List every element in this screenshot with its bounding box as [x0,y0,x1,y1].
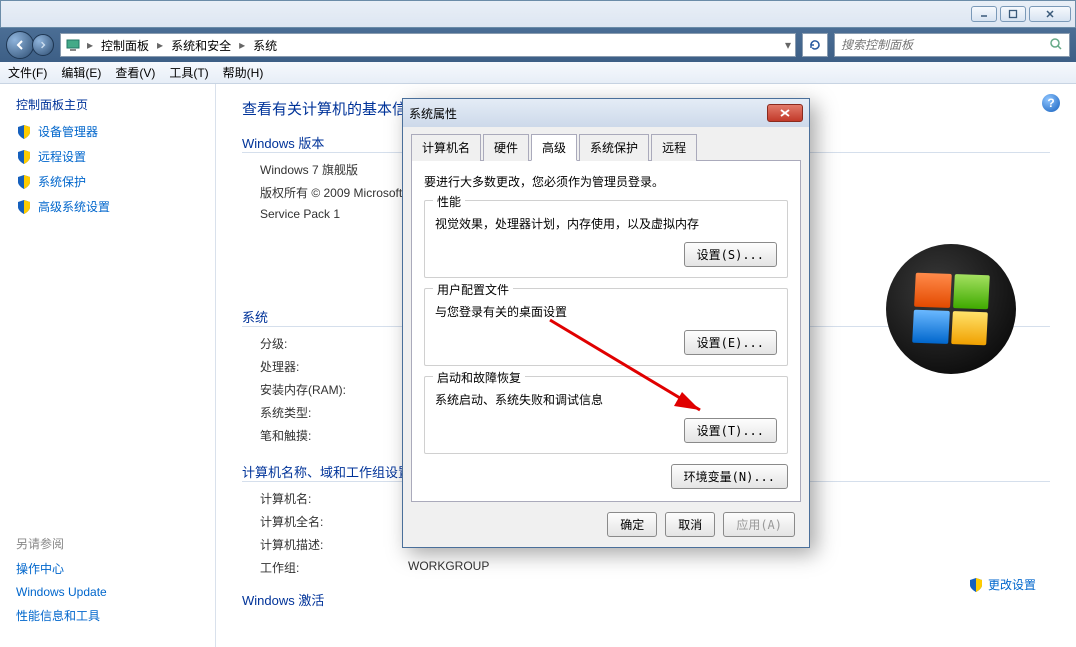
windows-edition: Windows 7 旗舰版 [260,161,358,178]
service-pack: Service Pack 1 [260,207,340,221]
chevron-right-icon: ▸ [237,38,247,52]
breadcrumb-item[interactable]: 系统 [251,37,279,54]
see-also-title: 另请参阅 [16,535,199,552]
profile-title: 用户配置文件 [433,281,513,298]
search-box[interactable] [834,33,1070,57]
sidebar-remote-settings[interactable]: 远程设置 [16,148,199,165]
minimize-button[interactable] [971,6,997,22]
computer-name-label: 计算机名: [260,490,408,507]
admin-note: 要进行大多数更改，您必须作为管理员登录。 [424,173,788,190]
performance-desc: 视觉效果，处理器计划，内存使用，以及虚拟内存 [435,215,777,232]
computer-fullname-label: 计算机全名: [260,513,408,530]
breadcrumb-item[interactable]: 控制面板 [99,37,151,54]
change-settings-link[interactable]: 更改设置 [968,576,1036,593]
window-titlebar [0,0,1076,28]
chevron-right-icon: ▸ [85,38,95,52]
ram-label: 安装内存(RAM): [260,381,408,398]
performance-settings-button[interactable]: 设置(S)... [684,242,777,267]
sidebar-device-manager[interactable]: 设备管理器 [16,123,199,140]
search-input[interactable] [841,38,1049,52]
dialog-tabstrip: 计算机名 硬件 高级 系统保护 远程 [411,133,801,161]
computer-icon [65,37,81,53]
recovery-group: 启动和故障恢复 系统启动、系统失败和调试信息 设置(T)... [424,376,788,454]
tab-system-protection[interactable]: 系统保护 [579,134,649,161]
ok-button[interactable]: 确定 [607,512,657,537]
close-button[interactable] [1029,6,1071,22]
dialog-title: 系统属性 [409,105,457,122]
forward-button[interactable] [32,34,54,56]
pen-label: 笔和触摸: [260,427,408,444]
dialog-close-button[interactable] [767,104,803,122]
profile-desc: 与您登录有关的桌面设置 [435,303,777,320]
menu-bar: 文件(F) 编辑(E) 查看(V) 工具(T) 帮助(H) [0,62,1076,84]
tab-remote[interactable]: 远程 [651,134,697,161]
shield-icon [16,149,32,165]
system-properties-dialog: 系统属性 计算机名 硬件 高级 系统保护 远程 要进行大多数更改，您必须作为管理… [402,98,810,548]
dropdown-icon[interactable]: ▾ [785,38,791,52]
maximize-button[interactable] [1000,6,1026,22]
see-also-performance[interactable]: 性能信息和工具 [16,607,199,624]
recovery-desc: 系统启动、系统失败和调试信息 [435,391,777,408]
shield-icon [968,577,984,593]
sidebar-advanced-settings[interactable]: 高级系统设置 [16,198,199,215]
shield-icon [16,124,32,140]
rating-label: 分级: [260,335,408,352]
help-icon[interactable]: ? [1042,94,1060,112]
env-vars-button[interactable]: 环境变量(N)... [671,464,788,489]
recovery-title: 启动和故障恢复 [433,369,525,386]
processor-label: 处理器: [260,358,408,375]
cancel-button[interactable]: 取消 [665,512,715,537]
recovery-settings-button[interactable]: 设置(T)... [684,418,777,443]
menu-edit[interactable]: 编辑(E) [61,64,101,81]
sidebar-title: 控制面板主页 [16,96,199,113]
sidebar-system-protection[interactable]: 系统保护 [16,173,199,190]
systype-label: 系统类型: [260,404,408,421]
copyright: 版权所有 © 2009 Microsoft [260,184,402,201]
tab-computer-name[interactable]: 计算机名 [411,134,481,161]
profile-group: 用户配置文件 与您登录有关的桌面设置 设置(E)... [424,288,788,366]
see-also-windows-update[interactable]: Windows Update [16,585,199,599]
workgroup-label: 工作组: [260,559,408,576]
menu-tools[interactable]: 工具(T) [169,64,208,81]
apply-button[interactable]: 应用(A) [723,512,795,537]
refresh-button[interactable] [802,33,828,57]
see-also-action-center[interactable]: 操作中心 [16,560,199,577]
chevron-right-icon: ▸ [155,38,165,52]
search-icon[interactable] [1049,37,1063,54]
performance-title: 性能 [433,193,465,210]
menu-file[interactable]: 文件(F) [8,64,47,81]
profile-settings-button[interactable]: 设置(E)... [684,330,777,355]
computer-desc-label: 计算机描述: [260,536,408,553]
menu-view[interactable]: 查看(V) [115,64,155,81]
section-activation: Windows 激活 [242,590,1050,609]
back-button[interactable] [6,31,34,59]
address-bar: ▸ 控制面板 ▸ 系统和安全 ▸ 系统 ▾ [0,28,1076,62]
performance-group: 性能 视觉效果，处理器计划，内存使用，以及虚拟内存 设置(S)... [424,200,788,278]
breadcrumb[interactable]: ▸ 控制面板 ▸ 系统和安全 ▸ 系统 ▾ [60,33,796,57]
menu-help[interactable]: 帮助(H) [223,64,264,81]
shield-icon [16,174,32,190]
sidebar: 控制面板主页 设备管理器 远程设置 系统保护 高级系统设置 另请参阅 操作中心 … [0,84,216,647]
windows-logo [886,244,1016,374]
shield-icon [16,199,32,215]
breadcrumb-item[interactable]: 系统和安全 [169,37,233,54]
workgroup-value: WORKGROUP [408,559,489,576]
tab-hardware[interactable]: 硬件 [483,134,529,161]
tab-advanced[interactable]: 高级 [531,134,577,161]
